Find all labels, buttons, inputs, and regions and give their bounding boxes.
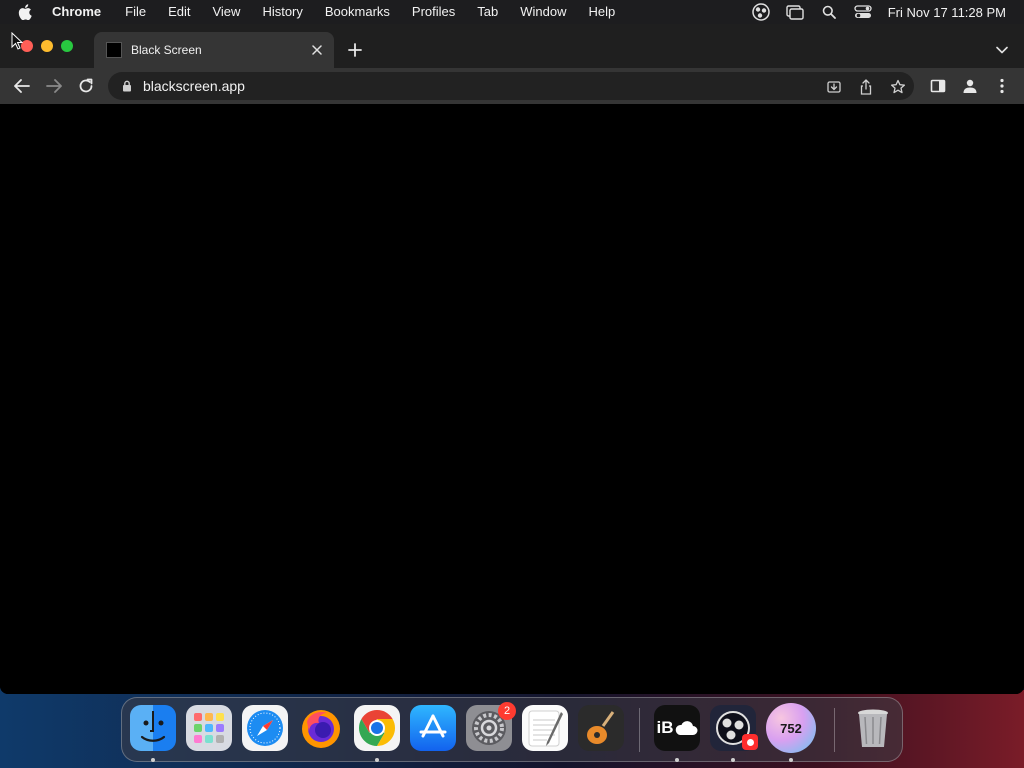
cloud-icon: [675, 721, 697, 735]
lock-icon[interactable]: [120, 79, 134, 93]
menu-history[interactable]: History: [262, 0, 302, 24]
install-app-icon[interactable]: [826, 79, 842, 95]
menu-bar-status-area: Fri Nov 17 11:28 PM: [736, 0, 1006, 24]
menu-bar: Chrome File Edit View History Bookmarks …: [0, 0, 1024, 24]
mouse-cursor-icon: [11, 32, 23, 50]
address-url[interactable]: blackscreen.app: [143, 78, 245, 94]
guitar-icon: [587, 711, 615, 744]
app-counter-label: 752: [780, 720, 802, 736]
safari-compass-icon: [247, 710, 283, 746]
apple-menu-icon[interactable]: [18, 4, 34, 20]
menu-profiles[interactable]: Profiles: [412, 0, 455, 24]
spotlight-search-icon[interactable]: [820, 3, 838, 21]
dock-app-752[interactable]: 752: [766, 703, 816, 753]
menu-chrome[interactable]: Chrome: [52, 0, 101, 24]
dock-app-trash[interactable]: [850, 705, 896, 751]
running-indicator: [151, 758, 155, 762]
launchpad-icon: [194, 713, 224, 743]
tab-favicon: [106, 42, 122, 58]
menu-bar-clock[interactable]: Fri Nov 17 11:28 PM: [888, 5, 1006, 20]
side-panel-icon[interactable]: [928, 76, 948, 96]
black-screen-page[interactable]: [0, 104, 1024, 694]
dock-app-finder[interactable]: [130, 705, 176, 751]
trash-icon: [858, 709, 888, 747]
dock-separator: [834, 708, 835, 752]
back-icon[interactable]: [12, 76, 32, 96]
dock-app-firefox[interactable]: [298, 705, 344, 751]
running-indicator: [675, 758, 679, 762]
dock-app-safari[interactable]: [242, 705, 288, 751]
menu-file[interactable]: File: [125, 0, 146, 24]
dock-app-chrome[interactable]: [354, 705, 400, 751]
menu-window[interactable]: Window: [520, 0, 566, 24]
profile-icon[interactable]: [960, 76, 980, 96]
share-icon[interactable]: [858, 79, 874, 95]
close-tab-icon[interactable]: [309, 42, 325, 58]
menu-kebab-icon[interactable]: [992, 76, 1012, 96]
dock-app-garageband[interactable]: [578, 705, 624, 751]
control-center-icon[interactable]: [854, 3, 872, 21]
notification-badge: 2: [498, 702, 516, 720]
dock-app-launchpad[interactable]: [186, 705, 232, 751]
finder-icon: [140, 711, 166, 742]
dock-app-app-store[interactable]: [410, 705, 456, 751]
obs-icon[interactable]: [751, 3, 770, 21]
app-store-icon: [419, 714, 447, 738]
reload-icon[interactable]: [76, 76, 96, 96]
window-zoom-button[interactable]: [61, 40, 73, 52]
dock-app-iboysoft-icloud[interactable]: iB: [654, 705, 700, 751]
menu-view[interactable]: View: [212, 0, 240, 24]
running-indicator: [731, 758, 735, 762]
window-minimize-button[interactable]: [41, 40, 53, 52]
menu-edit[interactable]: Edit: [168, 0, 190, 24]
running-indicator: [789, 758, 793, 762]
chrome-icon: [358, 710, 396, 746]
menu-tab[interactable]: Tab: [477, 0, 498, 24]
address-bar[interactable]: blackscreen.app: [108, 72, 914, 100]
tab-title: Black Screen: [131, 43, 202, 57]
textedit-icon: [528, 710, 563, 747]
menu-bookmarks[interactable]: Bookmarks: [325, 0, 390, 24]
forward-icon[interactable]: [44, 76, 64, 96]
running-indicator: [375, 758, 379, 762]
chrome-window: Black Screen blackscreen.app: [0, 24, 1024, 694]
dock-app-textedit[interactable]: [522, 705, 568, 751]
browser-toolbar: blackscreen.app: [0, 68, 1024, 104]
bookmark-star-icon[interactable]: [890, 79, 906, 95]
dock: 2 iB 752: [121, 697, 903, 762]
tab-strip: Black Screen: [0, 24, 1024, 68]
dock-separator: [639, 708, 640, 752]
iboysoft-label: iB: [656, 718, 674, 737]
firefox-icon: [302, 710, 340, 748]
menu-help[interactable]: Help: [589, 0, 616, 24]
tab-search-chevron-down-icon[interactable]: [994, 42, 1010, 58]
recording-indicator-icon: [742, 734, 758, 750]
tab-black-screen[interactable]: Black Screen: [94, 32, 334, 68]
screen-mirroring-icon[interactable]: [786, 3, 804, 21]
new-tab-plus-icon[interactable]: [346, 41, 364, 59]
